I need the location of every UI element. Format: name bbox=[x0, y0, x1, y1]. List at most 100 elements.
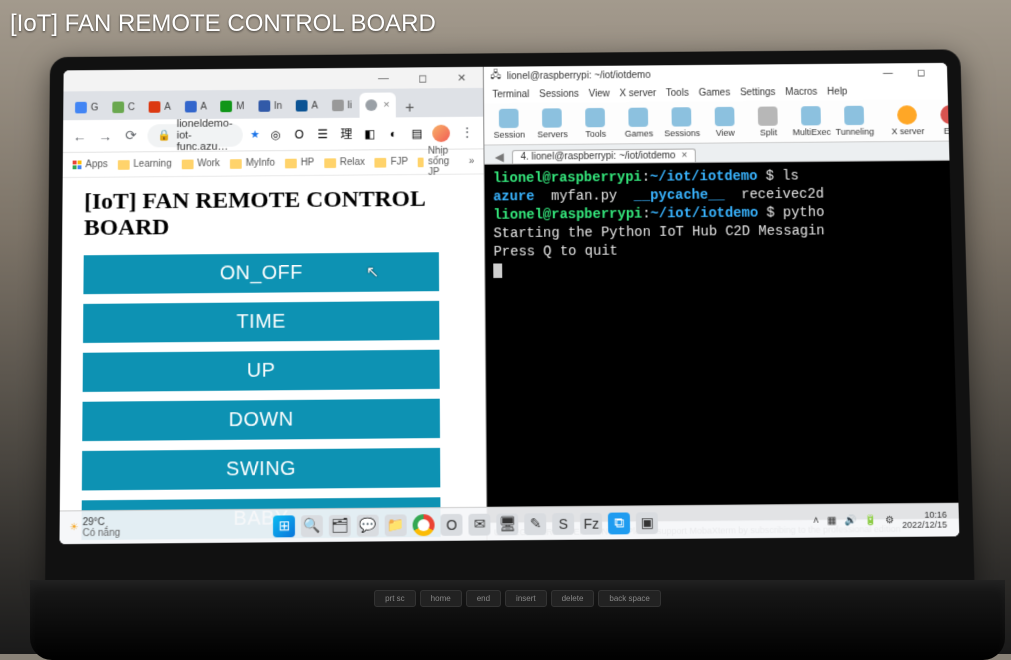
menu-item[interactable]: Games bbox=[699, 87, 731, 98]
browser-tab[interactable]: G bbox=[69, 95, 104, 120]
folder-icon bbox=[375, 157, 387, 167]
bookmark-item[interactable]: Learning bbox=[118, 159, 172, 170]
bookmark-item[interactable]: Relax bbox=[324, 157, 365, 168]
tool-servers[interactable]: Servers bbox=[536, 108, 570, 139]
taskbar-app-icon[interactable]: 💬 bbox=[357, 514, 379, 536]
taskbar-app-icon[interactable]: O bbox=[441, 513, 463, 535]
taskbar-app-icon[interactable]: 🖥 bbox=[497, 513, 519, 535]
bookmark-star-icon[interactable]: ★ bbox=[250, 128, 260, 141]
apps-label: Apps bbox=[85, 159, 107, 170]
close-icon[interactable]: × bbox=[383, 99, 389, 111]
taskbar-app-icon[interactable]: Fz bbox=[580, 512, 602, 534]
reload-button[interactable]: ⟳ bbox=[122, 127, 140, 144]
profile-avatar[interactable] bbox=[433, 124, 451, 141]
taskbar-weather[interactable]: ☀ 29°C Có nắng bbox=[66, 516, 125, 538]
back-button[interactable]: ← bbox=[71, 128, 89, 144]
browser-tab[interactable]: li bbox=[326, 93, 358, 118]
browser-tab[interactable]: A bbox=[143, 94, 177, 119]
browser-tab[interactable]: C bbox=[106, 95, 141, 120]
extension-icon[interactable]: ◧ bbox=[362, 126, 378, 142]
browser-close[interactable]: ✕ bbox=[448, 71, 476, 84]
menu-item[interactable]: View bbox=[589, 88, 610, 99]
extension-icon[interactable]: O bbox=[291, 126, 307, 142]
tool-sessions[interactable]: Sessions bbox=[665, 107, 699, 138]
key-label: end bbox=[466, 590, 501, 607]
taskbar-app-icon[interactable]: ✉ bbox=[469, 513, 491, 535]
ls-file: myfan.py bbox=[551, 189, 617, 205]
tool-tools[interactable]: Tools bbox=[579, 107, 613, 138]
tool-games[interactable]: Games bbox=[622, 107, 656, 138]
taskbar-app-icon[interactable]: 📁 bbox=[385, 514, 407, 536]
browser-tab[interactable]: A bbox=[179, 94, 213, 119]
tray-icon[interactable]: 🔊 bbox=[844, 515, 857, 526]
apps-button[interactable]: Apps bbox=[73, 159, 108, 170]
extension-icon[interactable]: ▤ bbox=[409, 125, 425, 141]
menu-item[interactable]: Help bbox=[827, 86, 847, 97]
menu-item[interactable]: Terminal bbox=[492, 89, 529, 100]
new-tab-button[interactable]: + bbox=[397, 100, 422, 117]
sidebar-toggle-icon[interactable]: ◀ bbox=[491, 150, 508, 164]
tab-label: A bbox=[200, 101, 207, 112]
browser-tab[interactable]: M bbox=[215, 94, 251, 119]
moba-close[interactable]: ✕ bbox=[941, 67, 960, 78]
browser-maximize[interactable]: ◻ bbox=[409, 72, 436, 85]
close-icon[interactable]: × bbox=[681, 151, 687, 162]
start-button[interactable]: ⊞ bbox=[273, 515, 295, 537]
tray-icon[interactable]: ▦ bbox=[827, 516, 837, 527]
browser-menu[interactable]: ⋮ bbox=[458, 124, 476, 140]
bookmark-item[interactable]: Work bbox=[181, 158, 220, 169]
bookmark-item[interactable]: FJP bbox=[375, 157, 408, 168]
bookmarks-overflow[interactable]: » bbox=[469, 156, 475, 167]
tray-icon[interactable]: 🔋 bbox=[865, 515, 878, 526]
extension-icon[interactable]: ◎ bbox=[268, 127, 284, 143]
moba-maximize[interactable]: ◻ bbox=[907, 67, 935, 78]
taskbar-app-icon[interactable]: ⧉ bbox=[608, 512, 630, 534]
tool-exit[interactable]: Exit bbox=[934, 104, 960, 135]
browser-tab[interactable]: In bbox=[252, 93, 288, 118]
menu-item[interactable]: Tools bbox=[666, 88, 689, 99]
extension-icon[interactable]: ☰ bbox=[315, 126, 331, 142]
bookmark-item[interactable]: MyInfo bbox=[230, 158, 275, 169]
extension-icon[interactable]: ◐ bbox=[386, 126, 402, 142]
browser-tab-active[interactable]: × bbox=[360, 92, 396, 117]
taskbar-app-icon[interactable]: ✎ bbox=[524, 513, 546, 535]
fan-down-button[interactable]: DOWN bbox=[82, 399, 440, 441]
fan-swing-button[interactable]: SWING bbox=[82, 448, 440, 491]
tool-view[interactable]: View bbox=[708, 106, 742, 137]
games-icon bbox=[629, 107, 649, 126]
tray-icon[interactable]: ⚙ bbox=[885, 515, 894, 526]
menu-item[interactable]: Sessions bbox=[539, 89, 579, 100]
video-overlay-title: [IoT] FAN REMOTE CONTROL BOARD bbox=[0, 0, 446, 48]
tool-session[interactable]: Session bbox=[492, 108, 526, 139]
browser-tab[interactable]: A bbox=[290, 93, 324, 118]
taskbar-app-icon[interactable]: S bbox=[552, 512, 574, 534]
tool-xserver[interactable]: X server bbox=[891, 105, 925, 136]
taskbar-app-icon[interactable]: 🗂 bbox=[329, 514, 351, 536]
bookmark-item[interactable]: HP bbox=[285, 158, 314, 169]
tray-icon[interactable]: ˄ bbox=[813, 516, 819, 527]
tab-label: In bbox=[274, 101, 282, 112]
tool-split[interactable]: Split bbox=[751, 106, 785, 137]
moba-minimize[interactable]: — bbox=[874, 68, 902, 79]
terminal[interactable]: lionel@raspberrypi:~/iot/iotdemo $ ls az… bbox=[485, 161, 959, 523]
forward-button[interactable]: → bbox=[96, 128, 114, 144]
fan-up-button[interactable]: UP bbox=[83, 350, 440, 392]
browser-minimize[interactable]: — bbox=[370, 72, 397, 84]
menu-item[interactable]: X server bbox=[620, 88, 657, 99]
fan-time-button[interactable]: TIME bbox=[83, 301, 439, 343]
tool-tunneling[interactable]: Tunneling bbox=[838, 105, 872, 136]
taskbar-clock[interactable]: 10:16 2022/12/15 bbox=[902, 510, 947, 530]
lock-icon: 🔒 bbox=[157, 129, 171, 142]
taskbar-app-icon[interactable]: 🔍 bbox=[301, 515, 323, 537]
bookmark-item[interactable]: Nhịp sống JP bbox=[418, 146, 459, 178]
fan-on-off-button[interactable]: ON_OFF ↖ bbox=[83, 252, 439, 294]
tool-multiexec[interactable]: MultiExec bbox=[794, 106, 828, 137]
extension-icon[interactable]: 理 bbox=[338, 126, 354, 142]
taskbar-app-icon[interactable]: ▣ bbox=[636, 512, 658, 534]
menu-item[interactable]: Settings bbox=[740, 87, 776, 98]
terminal-tab[interactable]: 4. lionel@raspberrypi: ~/iot/iotdemo × bbox=[512, 149, 697, 164]
menu-item[interactable]: Macros bbox=[785, 86, 817, 97]
tool-label: MultiExec bbox=[792, 127, 831, 137]
address-bar[interactable]: 🔒 lioneldemo-iot-func.azu… bbox=[147, 123, 242, 147]
chrome-icon[interactable] bbox=[413, 514, 435, 536]
